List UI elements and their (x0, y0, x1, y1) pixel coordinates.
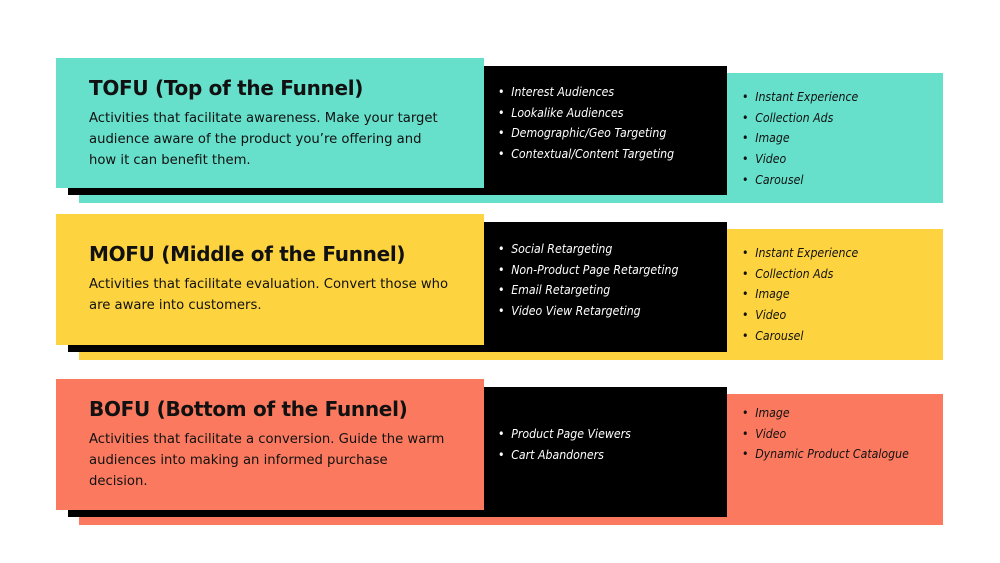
format-item: Instant Experience (742, 87, 858, 108)
stage-card-tofu: TOFU (Top of the Funnel) Activities that… (56, 58, 484, 188)
stage-title: MOFU (Middle of the Funnel) (89, 242, 406, 266)
audience-item: Cart Abandoners (498, 445, 631, 466)
stage-description: Activities that facilitate evaluation. C… (89, 277, 449, 313)
formats-list-mofu: Instant Experience Collection Ads Image … (742, 243, 874, 347)
audience-item: Video View Retargeting (498, 301, 678, 322)
audiences-list-tofu: Interest Audiences Lookalike Audiences D… (498, 82, 698, 165)
audience-item: Lookalike Audiences (498, 103, 674, 124)
audience-item: Contextual/Content Targeting (498, 144, 674, 165)
format-item: Carousel (742, 326, 858, 347)
formats-list-tofu: Instant Experience Collection Ads Image … (742, 87, 874, 191)
format-item: Video (742, 424, 909, 445)
audience-item: Email Retargeting (498, 280, 678, 301)
stage-description: Activities that facilitate a conversion.… (89, 432, 445, 489)
format-item: Dynamic Product Catalogue (742, 444, 909, 465)
stage-title: BOFU (Bottom of the Funnel) (89, 397, 408, 421)
stage-card-mofu: MOFU (Middle of the Funnel) Activities t… (56, 214, 484, 345)
stage-description: Activities that facilitate awareness. Ma… (89, 111, 438, 168)
format-item: Image (742, 403, 909, 424)
format-item: Collection Ads (742, 108, 858, 129)
format-item: Image (742, 284, 858, 305)
stage-title: TOFU (Top of the Funnel) (89, 76, 364, 100)
audiences-list-bofu: Product Page Viewers Cart Abandoners (498, 424, 649, 465)
audience-item: Interest Audiences (498, 82, 674, 103)
format-item: Carousel (742, 170, 858, 191)
format-item: Instant Experience (742, 243, 858, 264)
audiences-list-mofu: Social Retargeting Non-Product Page Reta… (498, 239, 703, 322)
format-item: Image (742, 128, 858, 149)
audience-item: Demographic/Geo Targeting (498, 123, 674, 144)
format-item: Video (742, 149, 858, 170)
format-item: Collection Ads (742, 264, 858, 285)
format-item: Video (742, 305, 858, 326)
audience-item: Product Page Viewers (498, 424, 631, 445)
formats-list-bofu: Image Video Dynamic Product Catalogue (742, 403, 932, 465)
stage-card-bofu: BOFU (Bottom of the Funnel) Activities t… (56, 379, 484, 510)
audience-item: Social Retargeting (498, 239, 678, 260)
audience-item: Non-Product Page Retargeting (498, 260, 678, 281)
